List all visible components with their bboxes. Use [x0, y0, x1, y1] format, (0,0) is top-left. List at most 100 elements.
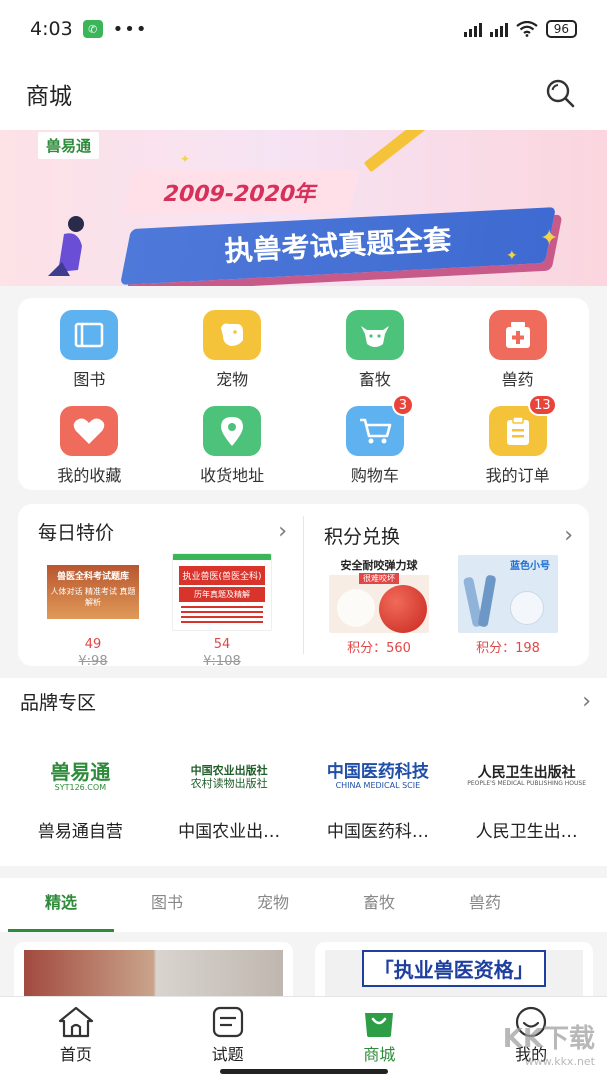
brand-logo: 兽易通 SYT126.COM — [50, 755, 110, 799]
page-title: 商城 — [26, 84, 72, 110]
product-image — [24, 950, 283, 1002]
deal-price: 54 — [213, 637, 231, 652]
chevron-right-icon[interactable]: › — [278, 519, 287, 544]
sparkle-icon: ✦ — [180, 152, 191, 166]
book-cover-subtitle: 历年真题及精解 — [179, 587, 265, 602]
brand-item[interactable]: 兽易通 SYT126.COM 兽易通自营 — [10, 755, 150, 842]
phone-call-icon: ✆ — [82, 20, 103, 38]
toy-ball-image: 安全耐咬弹力球 很难咬坏 — [329, 555, 429, 633]
chevron-right-icon[interactable]: › — [582, 689, 591, 714]
shopping-cart[interactable]: 3 购物车 — [304, 394, 447, 490]
points-item[interactable]: 安全耐咬弹力球 很难咬坏 积分：560 — [324, 555, 434, 656]
brand-name: 中国医药科… — [326, 822, 429, 842]
nav-exam[interactable]: 试题 — [152, 997, 304, 1080]
daily-deals-title: 每日特价 — [38, 522, 115, 544]
brand-logo-text: 中国医药科技 — [326, 762, 429, 783]
brand-zone: 品牌专区 › 兽易通 SYT126.COM 兽易通自营 中国农业出版社 农村读物… — [0, 678, 607, 866]
category-label: 兽药 — [501, 370, 534, 389]
chevron-right-icon[interactable]: › — [564, 523, 573, 548]
promo-banner[interactable]: 兽易通 2009-2020年 执兽考试真题全套 ✦ ✦ ✦ — [0, 130, 607, 286]
product-card[interactable] — [14, 942, 293, 1002]
cart-count-badge: 3 — [391, 394, 414, 416]
my-favorites[interactable]: 我的收藏 — [18, 406, 161, 490]
daily-deals[interactable]: 每日特价 › 兽医全科考试题库 人体对话 精准考试 真题解析 49 ¥:98 执… — [18, 504, 303, 669]
home-indicator — [220, 1069, 388, 1074]
category-label: 我的订单 — [485, 466, 550, 485]
status-time: 4:03 — [30, 18, 73, 40]
exam-icon — [212, 1006, 243, 1038]
brand-logo-sub: 农村读物出版社 — [190, 777, 268, 790]
tab-livestock[interactable]: 畜牧 — [326, 878, 432, 932]
shipping-address[interactable]: 收货地址 — [161, 406, 304, 490]
tab-pets[interactable]: 宠物 — [220, 878, 326, 932]
book-cover-image: 执业兽医(兽医全科) 历年真题及精解 — [172, 553, 272, 631]
deal-original-price: ¥:108 — [203, 654, 241, 669]
brand-logo: 中国医药科技 CHINA MEDICAL SCIE — [327, 755, 429, 799]
category-label: 图书 — [73, 370, 106, 389]
watermark: KK下载 www.kkx.net — [503, 1018, 595, 1068]
banner-logo: 兽易通 — [38, 132, 100, 159]
deals-panel: 每日特价 › 兽医全科考试题库 人体对话 精准考试 真题解析 49 ¥:98 执… — [18, 504, 589, 669]
category-vet-medicine[interactable]: 兽药 — [446, 310, 589, 406]
brand-logo: 中国农业出版社 农村读物出版社 — [191, 755, 268, 799]
category-label: 我的收藏 — [57, 466, 122, 485]
brand-name: 中国农业出… — [178, 822, 281, 842]
category-label: 宠物 — [216, 370, 249, 389]
product-caption: 蓝色小号 — [510, 561, 550, 572]
brand-logo-text: 中国农业出版社 — [190, 763, 268, 777]
points-item[interactable]: 蓝色小号 积分：198 — [453, 555, 563, 656]
tab-books[interactable]: 图书 — [114, 878, 220, 932]
medicine-icon — [488, 310, 547, 360]
brand-logo-sub: CHINA MEDICAL SCIE — [335, 780, 421, 790]
brand-item[interactable]: 中国农业出版社 农村读物出版社 中国农业出… — [159, 755, 299, 842]
product-tabs: 精选 图书 宠物 畜牧 兽药 — [0, 878, 607, 932]
product-image: 「执业兽医资格」 — [324, 950, 583, 1002]
brand-zone-title: 品牌专区 — [20, 692, 97, 714]
wifi-icon — [516, 21, 538, 37]
category-label: 购物车 — [350, 466, 399, 485]
banner-headline-plate: 执兽考试真题全套 — [120, 207, 556, 285]
cell-signal-icon — [463, 21, 482, 37]
tab-vet-medicine[interactable]: 兽药 — [432, 878, 538, 932]
search-icon[interactable] — [543, 76, 579, 112]
points-exchange-title: 积分兑换 — [324, 526, 401, 548]
nav-home[interactable]: 首页 — [0, 997, 152, 1080]
brand-item[interactable]: 人民卫生出版社 PEOPLE'S MEDICAL PUBLISHING HOUS… — [457, 755, 597, 842]
heart-icon — [60, 406, 119, 456]
banner-headline: 执兽考试真题全套 — [223, 223, 453, 268]
cart-icon: 3 — [345, 394, 414, 456]
cell-signal-2-icon — [489, 21, 508, 37]
deal-price: 49 — [84, 637, 102, 652]
points-exchange[interactable]: 积分兑换 › 安全耐咬弹力球 很难咬坏 积分：560 蓝色小号 积分：198 — [303, 516, 589, 656]
nav-shop[interactable]: 商城 — [304, 997, 456, 1080]
product-image-title: 「执业兽医资格」 — [361, 950, 546, 987]
category-pets[interactable]: 宠物 — [161, 310, 304, 406]
banner-years: 2009-2020年 — [122, 170, 360, 214]
brand-item[interactable]: 中国医药科技 CHINA MEDICAL SCIE 中国医药科… — [308, 755, 448, 842]
order-count-badge: 13 — [528, 394, 557, 416]
tab-featured[interactable]: 精选 — [8, 878, 114, 932]
product-card[interactable]: 「执业兽医资格」 — [314, 942, 593, 1002]
product-caption: 安全耐咬弹力球 — [329, 555, 429, 575]
book-cover-title: 执业兽医(兽医全科) — [179, 566, 265, 585]
brand-name: 兽易通自营 — [37, 822, 123, 842]
category-books[interactable]: 图书 — [18, 310, 161, 406]
banner-years-text: 2009-2020年 — [160, 182, 321, 207]
book-icon — [60, 310, 119, 360]
my-orders[interactable]: 13 我的订单 — [446, 394, 589, 490]
nav-label: 商城 — [363, 1045, 396, 1064]
sparkle-icon: ✦ — [540, 226, 559, 251]
watermark-url: www.kkx.net — [524, 1055, 595, 1068]
deal-item[interactable]: 执业兽医(兽医全科) 历年真题及精解 54 ¥:108 — [167, 553, 277, 669]
product-grid: 「执业兽医资格」 — [0, 932, 607, 1002]
deal-original-price: ¥:98 — [78, 654, 108, 669]
shop-bag-icon — [365, 1013, 394, 1037]
brand-logo-sub: SYT126.COM — [54, 783, 107, 792]
points-cost: 积分：198 — [476, 641, 540, 656]
brand-logo: 人民卫生出版社 PEOPLE'S MEDICAL PUBLISHING HOUS… — [467, 755, 586, 799]
product-caption-tag: 很难咬坏 — [359, 573, 399, 584]
deal-item[interactable]: 兽医全科考试题库 人体对话 精准考试 真题解析 49 ¥:98 — [38, 553, 148, 669]
status-bar: 4:03 ✆ ••• 96 — [0, 0, 607, 58]
brand-name: 人民卫生出… — [475, 822, 578, 842]
category-livestock[interactable]: 畜牧 — [304, 310, 447, 406]
